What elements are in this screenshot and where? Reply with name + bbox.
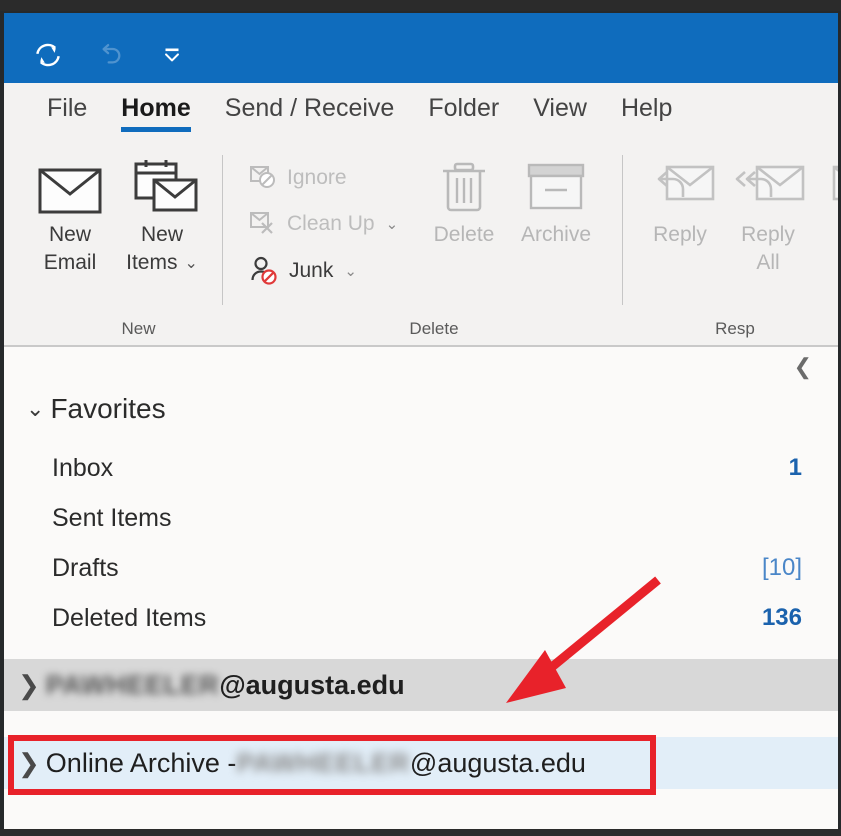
window-bottom-band: [0, 829, 841, 836]
refresh-icon: [36, 43, 60, 67]
folder-navigation-pane: ❮ ⌄ Favorites Inbox 1 Sent Items Drafts …: [4, 347, 838, 829]
new-items-button[interactable]: New Items ⌄: [114, 155, 210, 276]
tab-help[interactable]: Help: [604, 83, 689, 123]
chevron-down-icon: ⌄: [184, 254, 198, 272]
sidebar-item-online-archive[interactable]: ❯ Online Archive - PAWHEELER @augusta.edu: [4, 737, 838, 789]
primary-mailbox-domain: @augusta.edu: [219, 669, 405, 700]
delete-label: Delete: [433, 223, 495, 246]
group-separator: [622, 155, 623, 305]
calendar-envelope-icon: [122, 155, 202, 221]
redacted-username: PAWHEELER: [45, 669, 220, 700]
window-top-band: [0, 0, 841, 11]
online-archive-prefix: Online Archive -: [45, 747, 237, 778]
reply-all-label-line2: All: [756, 250, 780, 274]
reply-all-label-line1: Reply: [741, 223, 795, 246]
ignore-button[interactable]: Ignore: [248, 163, 347, 193]
new-items-label-line2: Items: [126, 250, 178, 274]
title-bar: [4, 13, 838, 83]
new-email-button[interactable]: New Email: [22, 155, 118, 276]
reply-icon: [641, 155, 719, 221]
sidebar-item-primary-mailbox[interactable]: ❯ PAWHEELER @augusta.edu: [4, 659, 838, 711]
primary-mailbox-label: PAWHEELER @augusta.edu: [46, 670, 405, 701]
unread-count-badge: 1: [788, 454, 802, 481]
reply-all-icon: [727, 155, 809, 221]
chevron-down-icon: ⌄: [26, 396, 45, 421]
group-separator: [222, 155, 223, 305]
clean-up-button[interactable]: Clean Up ⌄: [248, 209, 398, 239]
chevron-down-icon: ⌄: [385, 216, 399, 233]
new-email-label-line1: New: [48, 223, 91, 246]
quick-access-toolbar: [28, 35, 192, 75]
junk-button[interactable]: Junk ⌄: [248, 255, 357, 287]
chevron-down-icon: [165, 48, 179, 62]
new-items-label-line1: New: [140, 223, 183, 246]
tab-home[interactable]: Home: [104, 83, 207, 131]
customize-quick-access-toolbar-button[interactable]: [152, 35, 192, 75]
ignore-label: Ignore: [287, 166, 347, 189]
archive-label: Archive: [520, 223, 592, 246]
ribbon-tab-strip: File Home Send / Receive Folder View Hel…: [4, 83, 838, 141]
group-label-respond: Resp: [715, 319, 755, 338]
reply-all-button[interactable]: Reply All: [720, 155, 816, 276]
junk-label: Junk: [289, 259, 334, 282]
delete-button[interactable]: Delete: [416, 155, 512, 249]
tab-view[interactable]: View: [516, 83, 604, 123]
online-archive-domain: @augusta.edu: [409, 747, 586, 778]
sidebar-item-deleted-items[interactable]: Deleted Items 136: [4, 593, 838, 643]
group-label-new: New: [121, 319, 156, 338]
send-receive-all-folders-button[interactable]: [28, 35, 68, 75]
group-label-delete: Delete: [409, 319, 459, 338]
pane-collapse-row: ❮: [4, 347, 838, 389]
forward-button[interactable]: Fo: [810, 155, 841, 249]
chevron-down-icon: ⌄: [344, 263, 357, 280]
junk-person-icon: [251, 256, 277, 285]
reply-label: Reply: [653, 223, 707, 246]
chevron-right-icon: ❯: [18, 670, 40, 700]
tab-send-receive[interactable]: Send / Receive: [208, 83, 412, 123]
archive-button[interactable]: Archive: [508, 155, 604, 249]
new-email-label-line2: Email: [43, 250, 97, 274]
ribbon-commands: New Email New Items ⌄ New Ignore Clean U…: [4, 141, 841, 347]
sidebar-item-label: Deleted Items: [52, 603, 207, 632]
ignore-icon: [250, 166, 275, 188]
undo-button[interactable]: [90, 35, 130, 75]
trash-icon: [433, 155, 495, 221]
sidebar-item-label: Drafts: [52, 553, 119, 582]
sidebar-item-inbox[interactable]: Inbox 1: [4, 443, 838, 493]
archive-box-icon: [521, 155, 591, 221]
sidebar-item-drafts[interactable]: Drafts [10]: [4, 543, 838, 593]
reply-button[interactable]: Reply: [632, 155, 728, 249]
outlook-window-screenshot: File Home Send / Receive Folder View Hel…: [0, 0, 841, 836]
favorites-label: Favorites: [50, 393, 166, 424]
undo-icon: [102, 44, 121, 64]
sidebar-item-label: Inbox: [52, 453, 114, 482]
redacted-username: PAWHEELER: [236, 747, 410, 778]
envelope-icon: [32, 155, 108, 221]
favorites-header[interactable]: ⌄ Favorites: [26, 393, 166, 425]
chevron-right-icon: ❯: [18, 748, 40, 778]
chevron-left-icon[interactable]: ❮: [794, 356, 812, 378]
sidebar-item-sent-items[interactable]: Sent Items: [4, 493, 838, 543]
online-archive-label: Online Archive - PAWHEELER @augusta.edu: [46, 748, 586, 779]
sidebar-item-label: Sent Items: [52, 503, 172, 532]
unread-count-badge: 136: [761, 604, 802, 631]
clean-up-label: Clean Up: [287, 212, 375, 235]
tab-file[interactable]: File: [30, 83, 104, 123]
draft-count-badge: [10]: [761, 554, 802, 581]
tab-folder[interactable]: Folder: [411, 83, 516, 123]
clean-up-icon: [250, 212, 273, 234]
